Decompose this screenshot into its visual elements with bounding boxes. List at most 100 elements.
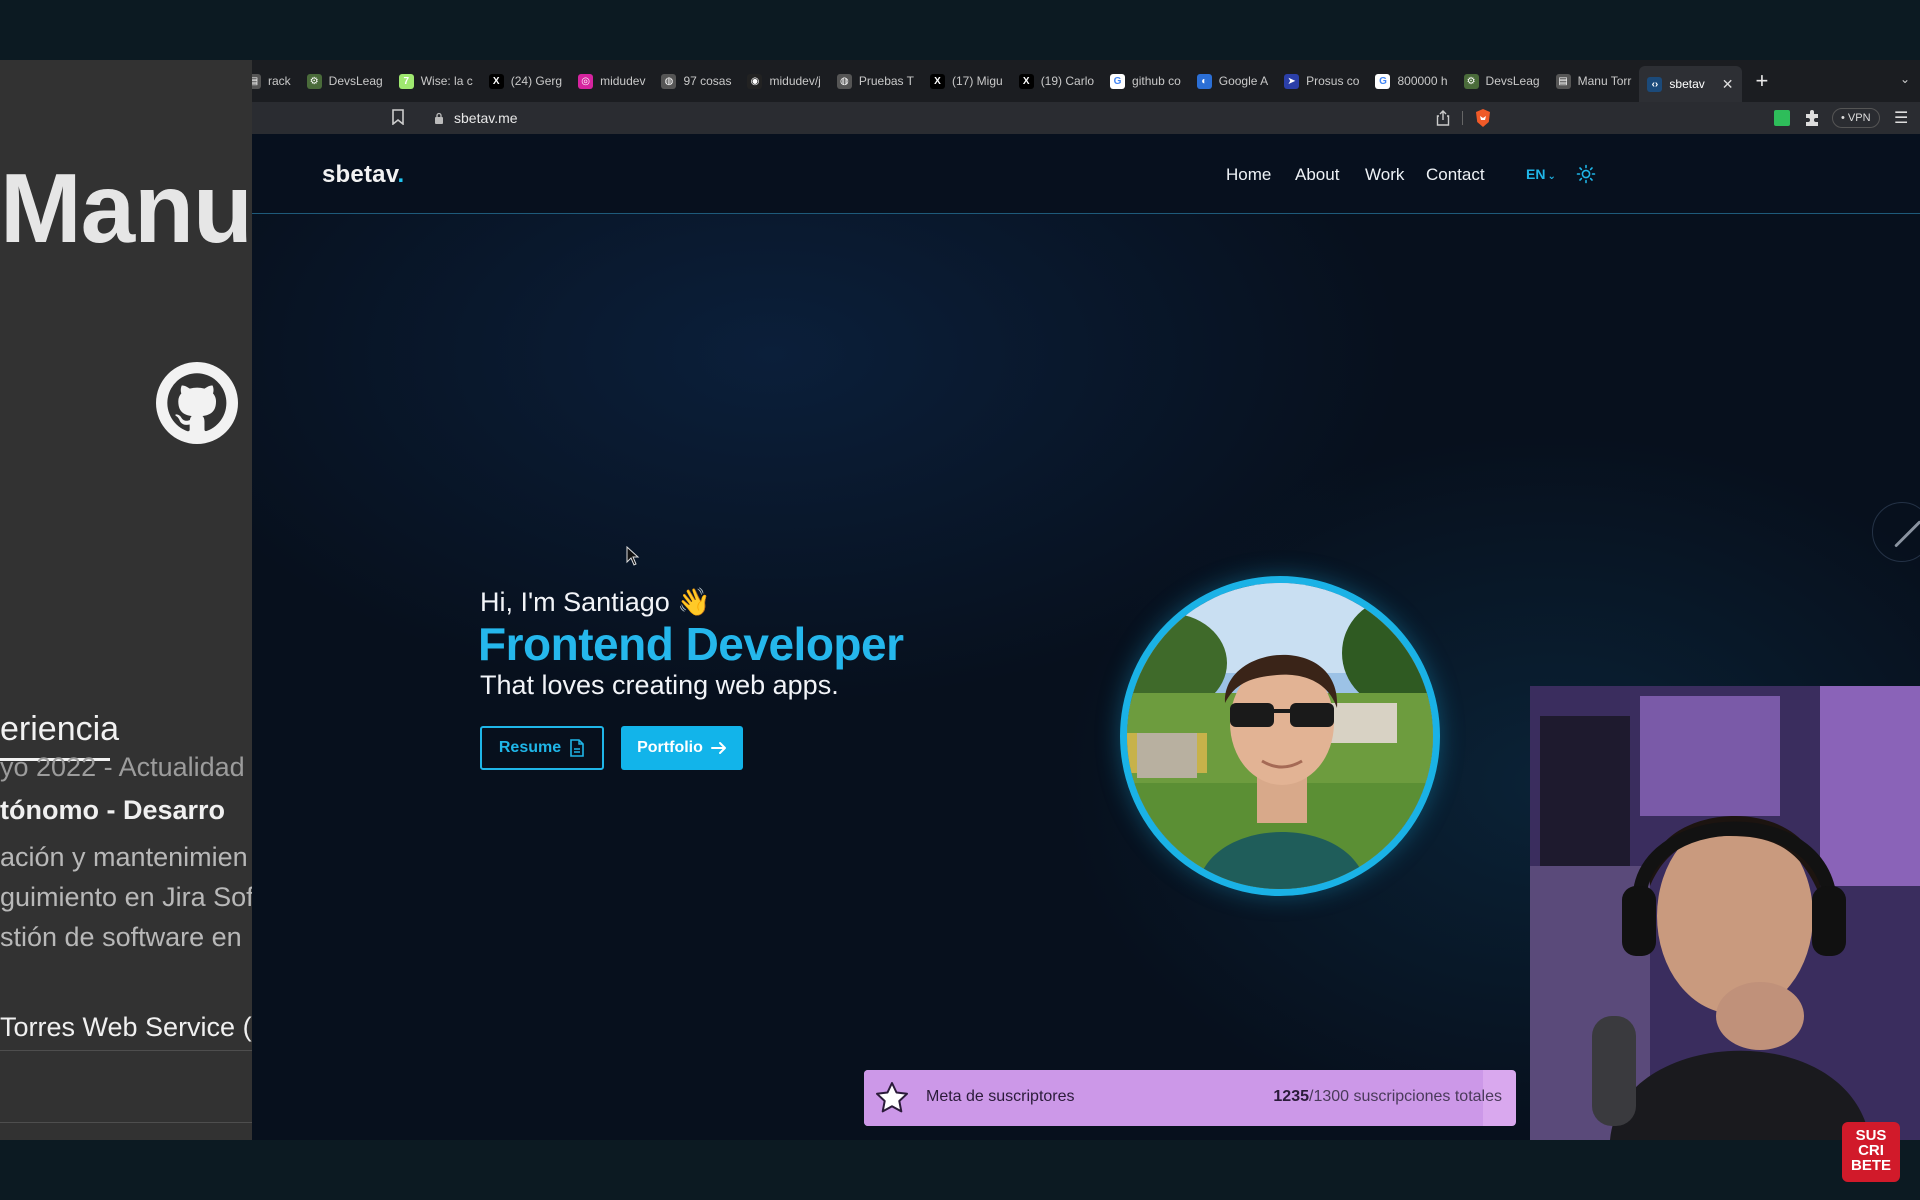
code-icon: ‹› xyxy=(1647,76,1663,92)
browser-tab[interactable]: Ggithub co xyxy=(1102,60,1189,102)
subscriber-goal-bar: Meta de suscriptores 1235/1300 suscripci… xyxy=(864,1070,1516,1126)
tab-sbetav[interactable]: ‹› sbetav ✕ xyxy=(1639,66,1742,102)
document-icon xyxy=(570,739,584,757)
new-tab-button[interactable]: + xyxy=(1756,68,1769,94)
portfolio-label: Portfolio xyxy=(637,739,703,756)
nav-about[interactable]: About xyxy=(1295,165,1339,185)
vpn-button[interactable]: • VPN xyxy=(1832,108,1880,128)
mouse-cursor-icon xyxy=(626,546,640,566)
experience-heading: eriencia xyxy=(0,710,120,748)
tab-label: github co xyxy=(1132,74,1181,88)
devsleague-icon: ⚙ xyxy=(306,73,322,89)
browser-tab[interactable]: ▤ rack xyxy=(252,60,299,102)
webcam-overlay xyxy=(1530,686,1920,1140)
site-navbar: sbetav. Home About Work Contact EN ⌄ xyxy=(252,134,1920,214)
browser-tab[interactable]: ⚙ DevsLeag xyxy=(299,60,391,102)
close-icon[interactable]: ✕ xyxy=(1722,76,1734,93)
google-icon: G xyxy=(1375,73,1391,89)
preview-title: Manu xyxy=(0,153,252,263)
browser-tab[interactable]: ◎ midudev xyxy=(570,60,653,102)
divider xyxy=(0,1050,252,1051)
tab-label: rack xyxy=(268,74,291,88)
browser-tab[interactable]: X (24) Gerg xyxy=(481,60,570,102)
experience-line: stión de software en xyxy=(0,922,242,952)
browser-tab[interactable]: 7 Wise: la c xyxy=(391,60,481,102)
x-icon: X xyxy=(930,73,945,89)
experience-line: guimiento en Jira Sof xyxy=(0,882,252,912)
chevron-down-icon[interactable]: ⌄ xyxy=(1900,72,1910,86)
tab-label: (24) Gerg xyxy=(510,74,563,88)
browser-tab[interactable]: ◍ Pruebas T xyxy=(829,60,922,102)
lock-icon xyxy=(435,112,443,124)
puzzle-icon[interactable] xyxy=(1804,109,1820,127)
nav-work[interactable]: Work xyxy=(1365,165,1404,185)
google-icon: G xyxy=(1110,73,1126,89)
tab-label: DevsLeag xyxy=(328,74,383,88)
browser-tab[interactable]: ◍ 97 cosas xyxy=(653,60,739,102)
browser-tab[interactable]: ➤ Prosus co xyxy=(1276,60,1367,102)
browser-tab[interactable]: X (19) Carlo xyxy=(1011,60,1102,102)
portfolio-button[interactable]: Portfolio xyxy=(621,726,743,770)
extension-icon[interactable] xyxy=(1774,110,1790,126)
tab-label: Wise: la c xyxy=(420,74,473,88)
experience-line: ación y mantenimien xyxy=(0,842,248,872)
experience-line: yo 2022 - Actualidad xyxy=(0,752,245,782)
tab-label: 800000 h xyxy=(1397,74,1448,88)
hero-subtitle: That loves creating web apps. xyxy=(480,670,839,700)
wise-icon: 7 xyxy=(398,73,414,89)
portfolio-preview-pane: Manu eriencia yo 2022 - Actualidad tónomo… xyxy=(0,60,252,1140)
divider xyxy=(0,1122,252,1123)
tab-label: Prosus co xyxy=(1306,74,1360,88)
instagram-icon: ◎ xyxy=(578,73,594,89)
hero-greeting: Hi, I'm Santiago 👋 xyxy=(480,587,711,617)
tab-label: (17) Migu xyxy=(952,74,1003,88)
globe-icon: ◍ xyxy=(836,73,852,89)
hero-title: Frontend Developer xyxy=(478,618,904,670)
share-icon[interactable] xyxy=(1436,110,1450,126)
language-select[interactable]: EN ⌄ xyxy=(1526,166,1556,182)
github-icon: ◉ xyxy=(747,73,763,89)
subscribe-badge[interactable]: SUS CRI BETE xyxy=(1842,1122,1900,1182)
address-bar: sbetav.me • VPN ☰ xyxy=(252,102,1920,134)
star-icon xyxy=(876,1082,908,1113)
nav-home[interactable]: Home xyxy=(1226,165,1271,185)
browser-tab[interactable]: ⚙ DevsLeag xyxy=(1456,60,1548,102)
tab-label: Pruebas T xyxy=(858,74,914,88)
devsleague-icon: ⚙ xyxy=(1463,73,1479,89)
avatar xyxy=(1120,576,1440,896)
bookmark-icon[interactable] xyxy=(392,109,404,125)
globe-icon: ◍ xyxy=(661,73,677,89)
brave-shield-icon[interactable] xyxy=(1474,108,1492,128)
tab-label: midudev xyxy=(600,74,646,88)
resume-label: Resume xyxy=(498,739,562,756)
pencil-icon[interactable] xyxy=(1872,502,1920,562)
google-analytics-icon: ◐ xyxy=(1196,73,1212,89)
tab-label: 97 cosas xyxy=(683,74,732,88)
github-icon[interactable] xyxy=(156,362,238,444)
experience-line: Torres Web Service ( xyxy=(0,1012,252,1042)
sun-icon[interactable] xyxy=(1576,164,1596,184)
site-logo[interactable]: sbetav. xyxy=(322,161,404,189)
x-icon: X xyxy=(488,73,504,89)
url-field[interactable]: sbetav.me xyxy=(454,110,518,126)
tab-label: Manu Torr xyxy=(1577,74,1632,88)
tab-bar: ▤ rack ⚙ DevsLeag 7 Wise: la c X (24) Gerg ◎ midu… xyxy=(252,60,1920,102)
goal-count: 1235/1300 suscripciones totales xyxy=(1273,1088,1502,1105)
prosus-icon: ➤ xyxy=(1284,73,1300,89)
tab-label: DevsLeag xyxy=(1485,74,1540,88)
browser-tab[interactable]: ◉ midudev/j xyxy=(739,60,828,102)
arrow-right-icon xyxy=(710,742,726,754)
page-icon: ▤ xyxy=(252,73,261,89)
browser-tab[interactable]: G 800000 h xyxy=(1367,60,1455,102)
nav-contact[interactable]: Contact xyxy=(1426,165,1485,185)
menu-icon[interactable]: ☰ xyxy=(1894,108,1908,128)
experience-line: tónomo - Desarro xyxy=(0,795,226,825)
browser-tab[interactable]: ▤ Manu Torr xyxy=(1548,60,1640,102)
x-icon: X xyxy=(1018,73,1034,89)
resume-button[interactable]: Resume xyxy=(480,726,604,770)
tab-label: sbetav xyxy=(1669,77,1705,91)
tab-label: midudev/j xyxy=(769,74,821,88)
browser-tab[interactable]: ◐ Google A xyxy=(1189,60,1276,102)
chevron-down-icon: ⌄ xyxy=(1547,171,1556,182)
browser-tab[interactable]: X (17) Migu xyxy=(922,60,1011,102)
